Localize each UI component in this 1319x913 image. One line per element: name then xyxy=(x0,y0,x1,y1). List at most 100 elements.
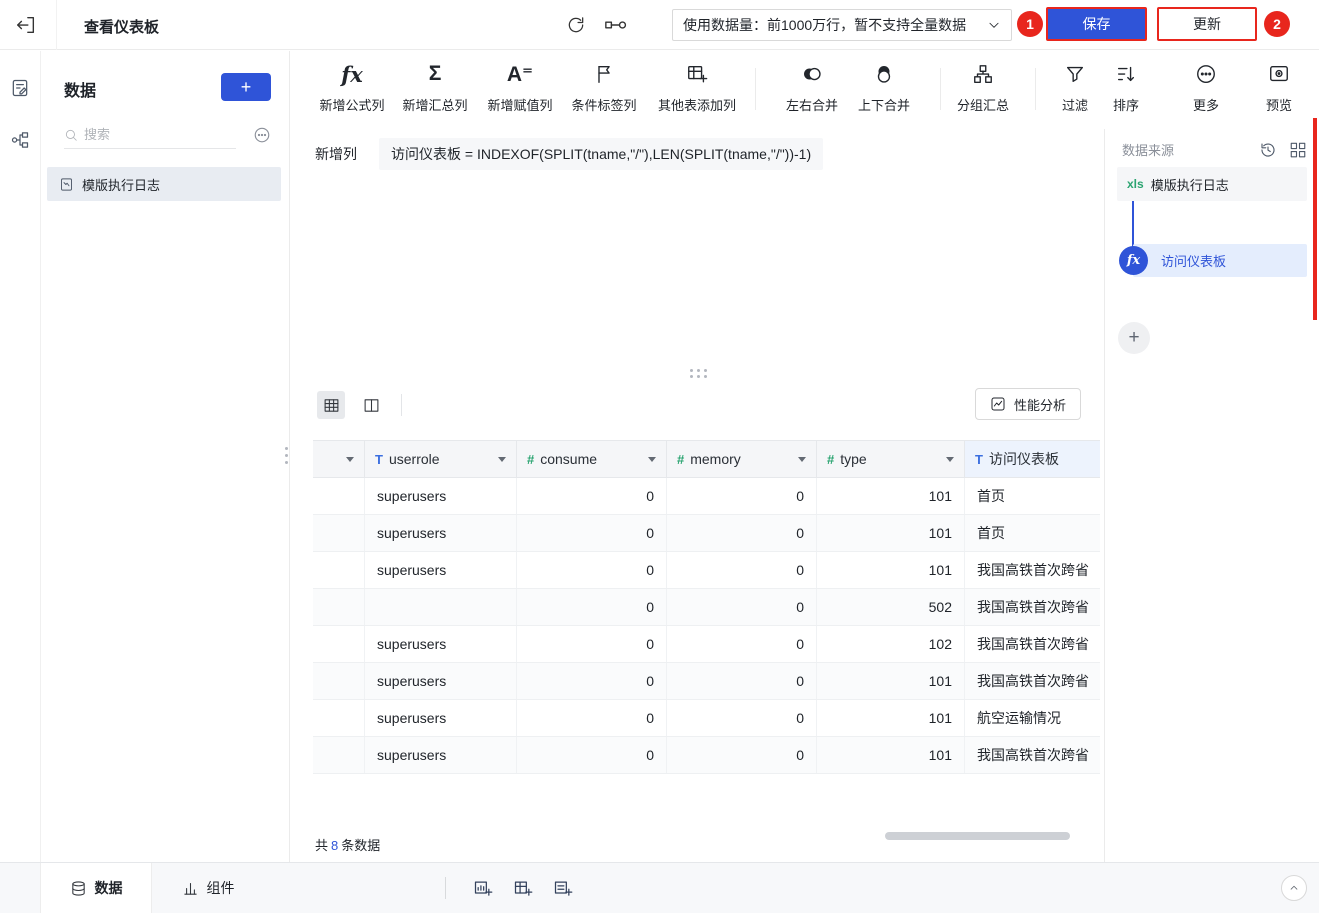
text-type-icon: T xyxy=(975,451,983,467)
more-icon xyxy=(1195,60,1217,88)
table-cell: 0 xyxy=(517,515,667,551)
table-header-cell-dashboard[interactable]: T 访问仪表板 xyxy=(965,441,1100,477)
data-limit-select[interactable]: 使用数据量：前1000万行，暂不支持全量数据 xyxy=(672,9,1012,41)
toolbar-more[interactable]: 更多 xyxy=(1193,60,1219,114)
grid-view-icon[interactable] xyxy=(317,391,345,419)
horizontal-scrollbar[interactable] xyxy=(885,832,1070,840)
toolbar-group-summary[interactable]: 分组汇总 xyxy=(957,60,1009,114)
table-cell: superusers xyxy=(365,515,517,551)
flag-icon xyxy=(593,60,615,88)
toolbar-add-from-other-table[interactable]: 其他表添加列 xyxy=(658,60,736,114)
relation-icon[interactable] xyxy=(10,130,30,150)
source-node-xls[interactable]: xls 模版执行日志 xyxy=(1117,167,1307,201)
save-button[interactable]: 保存 xyxy=(1046,7,1147,41)
add-chart-icon[interactable] xyxy=(473,878,493,898)
table-cell xyxy=(313,589,365,625)
table-body: superusers 0 0 101 首页 superusers 0 0 101 首页 superu… xyxy=(313,478,1100,774)
search-input[interactable] xyxy=(84,127,214,142)
refresh-icon[interactable] xyxy=(566,15,586,35)
filter-icon xyxy=(1064,60,1086,88)
table-cell xyxy=(313,700,365,736)
divider xyxy=(940,68,941,110)
table-cell: superusers xyxy=(365,478,517,514)
annotation-badge-2: 2 xyxy=(1264,11,1290,37)
bottom-bar: 数据 组件 xyxy=(0,862,1319,913)
add-step-button[interactable]: + xyxy=(1118,322,1150,354)
table-cell: 0 xyxy=(517,478,667,514)
table-row[interactable]: superusers 0 0 101 航空运输情况 xyxy=(313,700,1100,737)
exit-icon[interactable] xyxy=(15,14,37,36)
table-cell: 航空运输情况 xyxy=(977,710,1061,726)
assign-icon: A⁼ xyxy=(506,62,534,86)
tab-components[interactable]: 组件 xyxy=(152,863,264,913)
toolbar-add-formula-column[interactable]: fx 新增公式列 xyxy=(319,60,384,114)
data-list-panel: 数据 + 模版执行日志 xyxy=(42,51,290,862)
flow-icon[interactable] xyxy=(604,15,628,35)
toolbar-merge-horizontal[interactable]: 左右合并 xyxy=(786,60,838,114)
table-view-toggle xyxy=(317,391,402,419)
table-cell: 101 xyxy=(817,478,965,514)
table-header-cell-memory[interactable]: # memory xyxy=(667,441,817,477)
history-icon[interactable] xyxy=(1259,141,1277,159)
tab-data[interactable]: 数据 xyxy=(40,863,152,913)
toolbar-merge-vertical[interactable]: 上下合并 xyxy=(858,60,910,114)
formula-bar: 新增列 访问仪表板 = INDEXOF(SPLIT(tname,"/"),LEN… xyxy=(315,138,824,170)
formula-node[interactable]: 访问仪表板 xyxy=(1133,244,1307,277)
table-header-cell-consume[interactable]: # consume xyxy=(517,441,667,477)
divider xyxy=(755,68,756,110)
chevron-down-icon xyxy=(987,18,1001,32)
sigma-icon: Σ xyxy=(428,62,442,85)
table-cell: 102 xyxy=(817,626,965,662)
table-cell xyxy=(313,515,365,551)
table-cell: 0 xyxy=(517,737,667,773)
column-view-icon[interactable] xyxy=(357,391,385,419)
divider xyxy=(56,0,57,50)
table-header-cell-type[interactable]: # type xyxy=(817,441,965,477)
toolbar-add-assign-column[interactable]: A⁼ 新增赋值列 xyxy=(487,60,552,114)
table-row[interactable]: superusers 0 0 101 我国高铁首次跨省 xyxy=(313,737,1100,774)
table-row[interactable]: superusers 0 0 101 我国高铁首次跨省 xyxy=(313,663,1100,700)
data-edit-icon[interactable] xyxy=(10,78,30,98)
collapse-button[interactable] xyxy=(1281,875,1307,901)
table-row[interactable]: superusers 0 0 101 首页 xyxy=(313,478,1100,515)
add-data-button[interactable]: + xyxy=(221,73,271,101)
annotation-badge-1: 1 xyxy=(1017,11,1043,37)
table-header-cell-userrole[interactable]: T userrole xyxy=(365,441,517,477)
table-cell: 0 xyxy=(667,515,817,551)
formula-expression[interactable]: 访问仪表板 = INDEXOF(SPLIT(tname,"/"),LEN(SPL… xyxy=(379,138,824,170)
table-cell xyxy=(365,589,517,625)
chevron-down-icon xyxy=(798,456,806,462)
table-row[interactable]: superusers 0 0 101 我国高铁首次跨省 xyxy=(313,552,1100,589)
add-list-icon[interactable] xyxy=(553,878,573,898)
update-button[interactable]: 更新 xyxy=(1157,7,1257,41)
performance-analysis-button[interactable]: 性能分析 xyxy=(975,388,1082,420)
layout-icon[interactable] xyxy=(1289,141,1307,159)
table-cell: 101 xyxy=(817,737,965,773)
table-header-cell[interactable] xyxy=(313,441,365,477)
table-row[interactable]: 0 0 502 我国高铁首次跨省 xyxy=(313,589,1100,626)
text-type-icon: T xyxy=(375,451,383,467)
add-pivot-icon[interactable] xyxy=(513,878,533,898)
table-row[interactable]: superusers 0 0 101 首页 xyxy=(313,515,1100,552)
formula-bar-label: 新增列 xyxy=(315,146,357,162)
toolbar-condition-label-column[interactable]: 条件标签列 xyxy=(571,60,637,114)
toolbar-filter[interactable]: 过滤 xyxy=(1062,60,1088,114)
table-cell: 我国高铁首次跨省 xyxy=(977,747,1089,763)
toolbar-add-summary-column[interactable]: Σ 新增汇总列 xyxy=(402,60,467,114)
table-cell: 0 xyxy=(517,700,667,736)
table-cell: 0 xyxy=(667,552,817,588)
row-count-value: 8 xyxy=(331,838,339,853)
group-summary-icon xyxy=(972,60,994,88)
vertical-resize-handle[interactable] xyxy=(285,447,288,464)
table-cell: 101 xyxy=(817,663,965,699)
ellipsis-circle-icon[interactable] xyxy=(253,126,271,144)
search-box[interactable] xyxy=(64,121,236,149)
toolbar-sort[interactable]: 排序 xyxy=(1113,60,1139,114)
toolbar-preview[interactable]: 预览 xyxy=(1266,60,1292,114)
horizontal-resize-handle[interactable] xyxy=(690,369,708,378)
list-item-template-log[interactable]: 模版执行日志 xyxy=(47,167,281,201)
table-row[interactable]: superusers 0 0 102 我国高铁首次跨省 xyxy=(313,626,1100,663)
table-cell xyxy=(313,552,365,588)
formula-node-icon[interactable]: fx xyxy=(1119,246,1148,275)
table-cell: 101 xyxy=(817,552,965,588)
